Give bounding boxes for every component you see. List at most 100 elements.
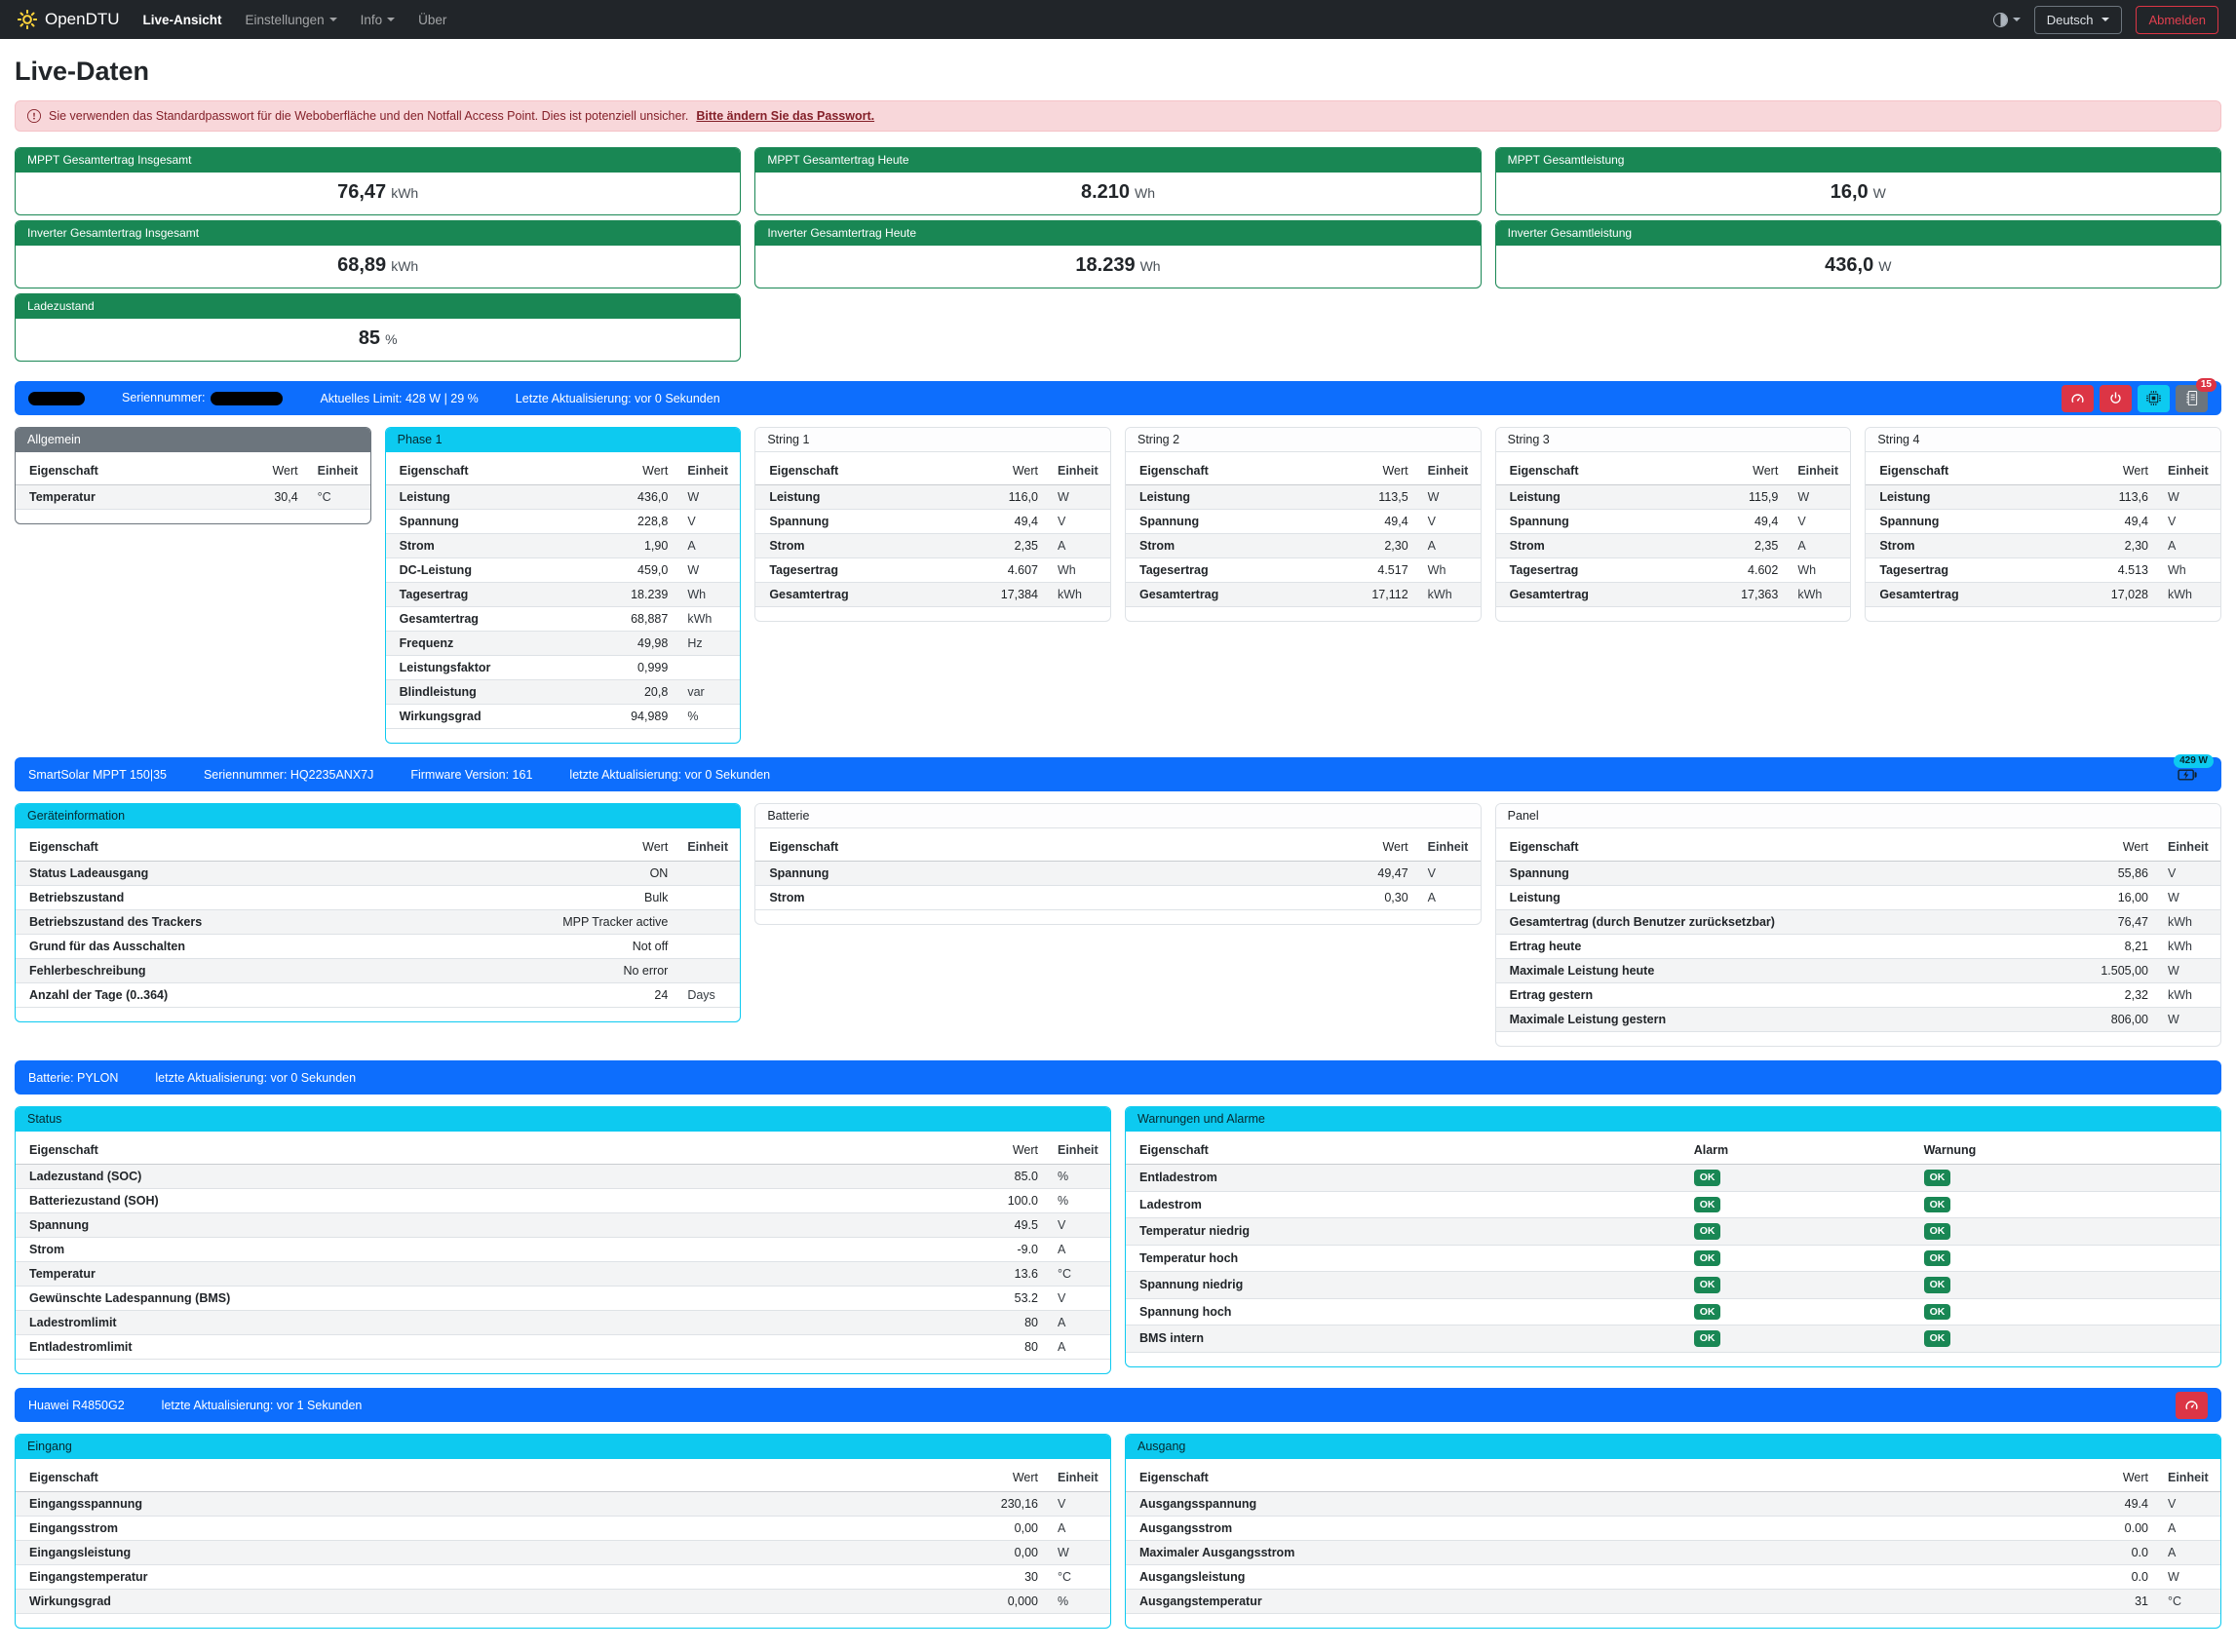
value-cell: 49,4 bbox=[1336, 510, 1418, 534]
table-row: Gesamtertrag17,028kWh bbox=[1866, 583, 2220, 607]
table-row: Tagesertrag4.607Wh bbox=[755, 558, 1110, 583]
unit-cell: V bbox=[1048, 510, 1110, 534]
card-allgemein: AllgemeinEigenschaftWertEinheitTemperatu… bbox=[15, 427, 371, 524]
card-title: Panel bbox=[1496, 804, 2220, 828]
unit-cell bbox=[677, 656, 740, 680]
table-row: Batteriezustand (SOH)100.0% bbox=[16, 1189, 1110, 1213]
column-header: Einheit bbox=[1048, 1132, 1110, 1165]
table-row: Spannung55,86V bbox=[1496, 862, 2220, 886]
table-row: Ertrag gestern2,32kWh bbox=[1496, 983, 2220, 1008]
data-table: EigenschaftWertEinheitSpannung49,47VStro… bbox=[755, 828, 1480, 910]
table-row: Spannung niedrigOKOK bbox=[1126, 1272, 2220, 1299]
unit-cell: °C bbox=[1048, 1565, 1110, 1590]
value-cell: 228,8 bbox=[596, 510, 677, 534]
table-row: Leistung115,9W bbox=[1496, 485, 1851, 510]
theme-icon bbox=[1993, 13, 2008, 27]
nav-item-ueber[interactable]: Über bbox=[418, 13, 446, 27]
status-badge-ok: OK bbox=[1924, 1330, 1951, 1347]
property-cell: Ausgangsspannung bbox=[1126, 1492, 2076, 1517]
value-cell: 0,00 bbox=[966, 1517, 1048, 1541]
theme-toggle[interactable] bbox=[1993, 13, 2021, 27]
unit-cell: V bbox=[1048, 1213, 1110, 1238]
last-update-text: Letzte Aktualisierung: vor 0 Sekunden bbox=[516, 392, 720, 405]
inverter-bar-buttons: 15 bbox=[2062, 385, 2208, 412]
value-cell: 80 bbox=[966, 1311, 1048, 1335]
kpi-card-soc: Ladezustand 85% bbox=[15, 293, 741, 362]
unit-cell bbox=[677, 886, 740, 910]
power-settings-button[interactable] bbox=[2100, 385, 2132, 412]
table-header-row: EigenschaftWertEinheit bbox=[1496, 828, 2220, 862]
property-cell: Ausgangsleistung bbox=[1126, 1565, 2076, 1590]
kpi-title: MPPT Gesamtertrag Insgesamt bbox=[16, 148, 740, 173]
kpi-unit: kWh bbox=[391, 258, 418, 274]
data-table: EigenschaftWertEinheitLeistung113,6WSpan… bbox=[1866, 452, 2220, 607]
device-name-text: Batterie: PYLON bbox=[28, 1071, 118, 1085]
unit-cell: °C bbox=[1048, 1262, 1110, 1287]
table-row: Leistung436,0W bbox=[386, 485, 741, 510]
property-cell: Maximale Leistung heute bbox=[1496, 959, 2076, 983]
card-string-4: String 4EigenschaftWertEinheitLeistung11… bbox=[1865, 427, 2221, 622]
nav-item-live-ansicht[interactable]: Live-Ansicht bbox=[143, 13, 222, 27]
value-cell: 115,9 bbox=[1706, 485, 1788, 510]
kpi-value: 85 bbox=[359, 327, 380, 349]
column-header: Einheit bbox=[308, 452, 370, 485]
brand-link[interactable]: OpenDTU bbox=[18, 10, 120, 29]
kpi-value: 8.210 bbox=[1081, 181, 1130, 203]
column-header: Wert bbox=[226, 452, 308, 485]
value-cell: 2,32 bbox=[2076, 983, 2158, 1008]
table-row: Blindleistung20,8var bbox=[386, 680, 741, 705]
property-cell: Gesamtertrag bbox=[1126, 583, 1336, 607]
unit-cell: % bbox=[1048, 1590, 1110, 1614]
chevron-down-icon bbox=[387, 18, 395, 21]
column-header: Eigenschaft bbox=[1126, 1459, 2076, 1492]
table-row: Leistungsfaktor0,999 bbox=[386, 656, 741, 680]
event-log-button[interactable]: 15 bbox=[2176, 385, 2208, 412]
column-header: Eigenschaft bbox=[1496, 828, 2076, 862]
nav-item-info[interactable]: Info bbox=[361, 13, 396, 27]
unit-cell: kWh bbox=[677, 607, 740, 632]
status-badge-ok: OK bbox=[1694, 1197, 1721, 1213]
nav-item-einstellungen[interactable]: Einstellungen bbox=[246, 13, 337, 27]
table-header-row: EigenschaftWertEinheit bbox=[755, 828, 1480, 862]
logout-button[interactable]: Abmelden bbox=[2136, 6, 2218, 34]
table-row: Tagesertrag4.513Wh bbox=[1866, 558, 2220, 583]
unit-cell: W bbox=[2158, 1565, 2220, 1590]
alarm-cell: OK bbox=[1684, 1218, 1914, 1246]
power-icon bbox=[2108, 391, 2123, 405]
column-header: Eigenschaft bbox=[16, 1459, 966, 1492]
redacted-serial-number bbox=[211, 392, 283, 405]
change-password-link[interactable]: Bitte ändern Sie das Passwort. bbox=[696, 109, 874, 123]
card-string-1: String 1EigenschaftWertEinheitLeistung11… bbox=[754, 427, 1111, 622]
warning-cell: OK bbox=[1914, 1272, 2220, 1299]
property-cell: Temperatur hoch bbox=[1126, 1245, 1684, 1272]
card-title: String 1 bbox=[755, 428, 1110, 452]
sun-logo-icon bbox=[18, 10, 37, 29]
limit-settings-button[interactable] bbox=[2062, 385, 2094, 412]
property-cell: Maximale Leistung gestern bbox=[1496, 1008, 2076, 1032]
status-badge-ok: OK bbox=[1924, 1197, 1951, 1213]
card-status: StatusEigenschaftWertEinheitLadezustand … bbox=[15, 1106, 1111, 1374]
unit-cell: V bbox=[2158, 1492, 2220, 1517]
property-cell: Strom bbox=[755, 886, 1335, 910]
unit-cell: kWh bbox=[1418, 583, 1481, 607]
table-row: FehlerbeschreibungNo error bbox=[16, 959, 740, 983]
huawei-status-bar: Huawei R4850G2 letzte Aktualisierung: vo… bbox=[15, 1388, 2221, 1422]
property-cell: Ausgangsstrom bbox=[1126, 1517, 2076, 1541]
table-row: Maximaler Ausgangsstrom0.0A bbox=[1126, 1541, 2220, 1565]
language-dropdown[interactable]: Deutsch bbox=[2034, 6, 2123, 34]
value-cell: 30 bbox=[966, 1565, 1048, 1590]
data-table: EigenschaftWertEinheitLeistung113,5WSpan… bbox=[1126, 452, 1481, 607]
data-table: EigenschaftWertEinheitSpannung55,86VLeis… bbox=[1496, 828, 2220, 1032]
table-row: Temperatur niedrigOKOK bbox=[1126, 1218, 2220, 1246]
property-cell: Maximaler Ausgangsstrom bbox=[1126, 1541, 2076, 1565]
value-cell: 49,4 bbox=[1706, 510, 1788, 534]
device-info-button[interactable] bbox=[2138, 385, 2170, 412]
unit-cell: W bbox=[1788, 485, 1850, 510]
value-cell: 76,47 bbox=[2076, 910, 2158, 935]
table-header-row: EigenschaftAlarmWarnung bbox=[1126, 1132, 2220, 1165]
property-cell: Tagesertrag bbox=[386, 583, 597, 607]
huawei-limit-button[interactable] bbox=[2176, 1392, 2208, 1419]
warning-cell: OK bbox=[1914, 1218, 2220, 1246]
kpi-card-mppt-power: MPPT Gesamtleistung 16,0W bbox=[1495, 147, 2221, 215]
unit-cell: Wh bbox=[1048, 558, 1110, 583]
